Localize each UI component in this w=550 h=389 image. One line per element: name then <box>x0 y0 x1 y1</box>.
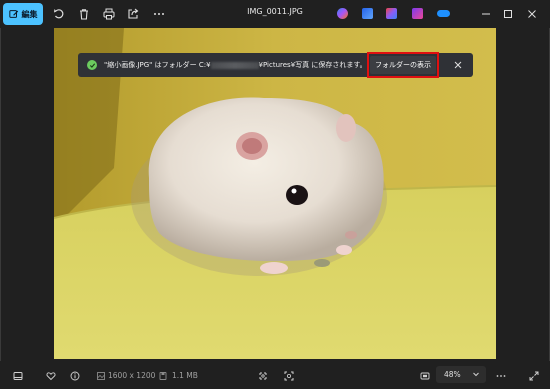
maximize-icon <box>504 10 512 18</box>
image-dimensions: 1600 x 1200 <box>108 371 156 380</box>
zoom-value: 48% <box>444 370 461 379</box>
share-icon <box>128 8 139 19</box>
filmstrip-button[interactable] <box>11 369 24 382</box>
crop-icon <box>258 371 267 380</box>
fullscreen-button[interactable] <box>527 369 540 382</box>
show-folder-button[interactable]: フォルダーの表示 <box>370 56 436 74</box>
print-icon <box>103 8 115 20</box>
more-button[interactable] <box>151 6 167 22</box>
more-icon <box>154 13 164 15</box>
edit-button-label: 編集 <box>21 9 38 19</box>
more-options-button[interactable] <box>494 369 507 382</box>
fit-icon <box>420 372 429 379</box>
select-button[interactable] <box>282 369 295 382</box>
close-icon <box>528 10 536 18</box>
more-icon <box>496 374 505 377</box>
edit-button[interactable]: 編集 <box>3 3 43 25</box>
share-button[interactable] <box>125 6 141 22</box>
info-button[interactable] <box>68 369 81 382</box>
file-size: 1.1 MB <box>172 371 198 380</box>
rotate-button[interactable] <box>51 6 67 22</box>
highlight-box: フォルダーの表示 <box>367 52 439 78</box>
message-suffix: ¥Pictures¥写真 に保存されます。 <box>258 61 367 69</box>
select-icon <box>284 371 293 380</box>
clipchamp-icon[interactable] <box>412 8 423 19</box>
minimize-icon <box>482 13 490 15</box>
zoom-dropdown[interactable]: 48% <box>436 366 486 383</box>
crop-button[interactable] <box>256 369 269 382</box>
onedrive-icon[interactable] <box>437 10 450 17</box>
notification-close-button[interactable] <box>452 59 464 71</box>
rotate-icon <box>54 9 64 19</box>
print-button[interactable] <box>101 6 117 22</box>
notification-message: "縮小画像.JPG" はフォルダー C:¥ ¥Pictures¥写真 に保存されま… <box>104 60 367 70</box>
redacted-username <box>210 61 259 69</box>
file-size-icon <box>156 369 169 382</box>
info-icon <box>70 371 79 380</box>
fit-button[interactable] <box>418 369 431 382</box>
delete-icon <box>80 9 88 20</box>
filmstrip-icon <box>13 371 22 380</box>
close-button[interactable] <box>524 6 540 22</box>
maximize-button[interactable] <box>500 6 516 22</box>
image-size-icon <box>94 369 107 382</box>
favorite-button[interactable] <box>44 369 57 382</box>
favorite-icon <box>45 371 56 380</box>
edit-icon <box>8 10 18 18</box>
message-prefix: "縮小画像.JPG" はフォルダー C:¥ <box>104 61 211 69</box>
designer-icon[interactable] <box>362 8 373 19</box>
title-bar: 編集 IMG_0011.JPG <box>0 0 550 28</box>
minimize-button[interactable] <box>478 6 494 22</box>
success-icon <box>87 60 97 70</box>
close-icon <box>454 61 462 69</box>
delete-button[interactable] <box>76 6 92 22</box>
fullscreen-icon <box>529 371 538 380</box>
chevron-down-icon <box>473 372 479 377</box>
paint-icon[interactable] <box>386 8 397 19</box>
file-name: IMG_0011.JPG <box>247 7 303 16</box>
copilot-icon[interactable] <box>337 8 348 19</box>
